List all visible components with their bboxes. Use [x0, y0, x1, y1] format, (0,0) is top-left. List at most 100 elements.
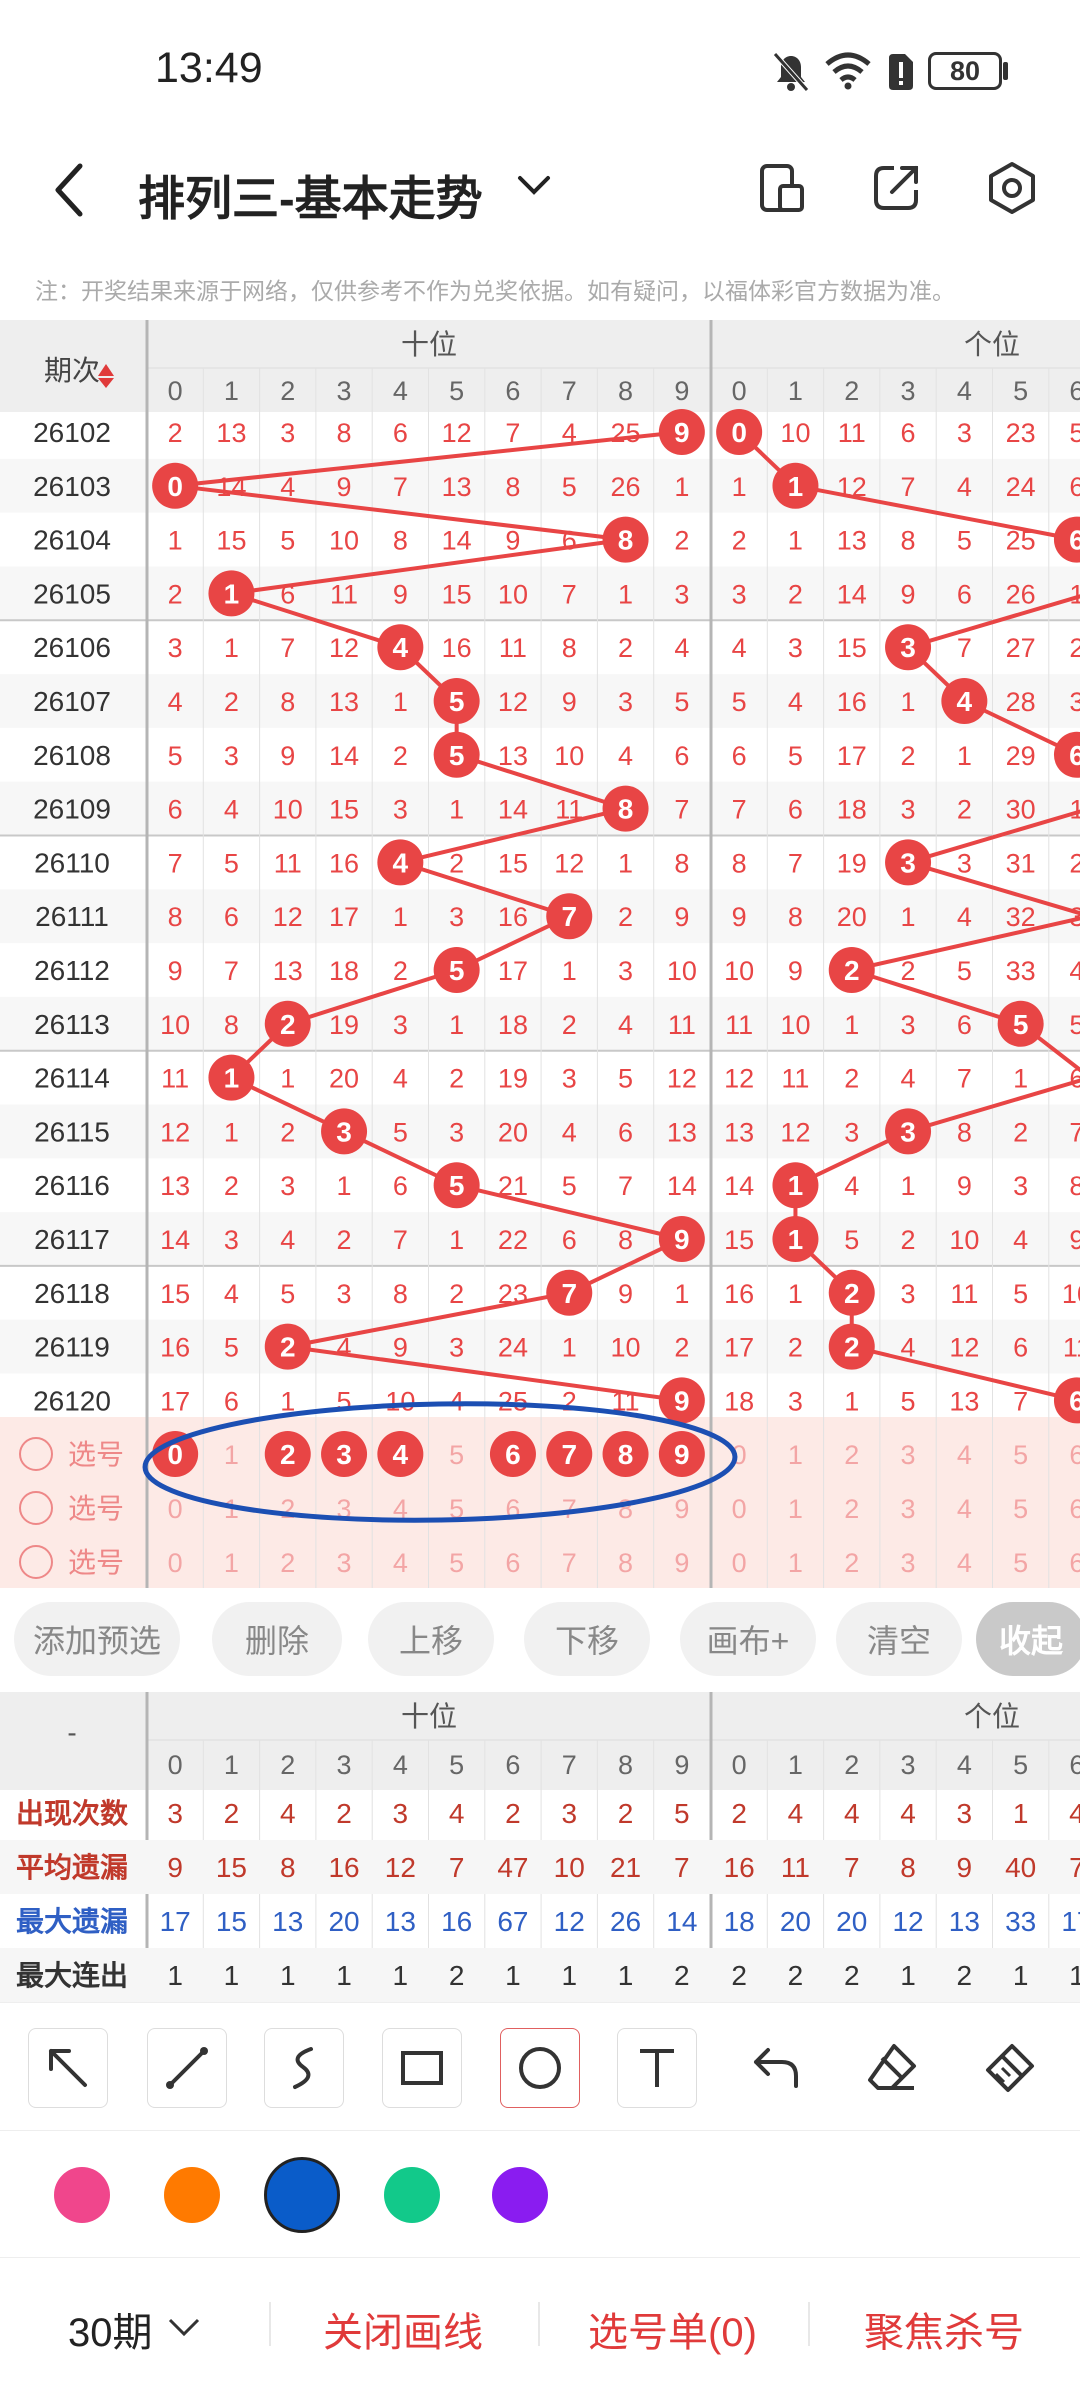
pick-digit[interactable]: 0	[732, 1548, 747, 1578]
circle-tool-button[interactable]	[500, 2028, 580, 2108]
pick-digit[interactable]: 6	[1069, 1494, 1080, 1524]
pick-digit[interactable]: 9	[674, 1494, 689, 1524]
color-swatch[interactable]	[54, 2167, 110, 2223]
miss-count: 5	[280, 1279, 295, 1309]
period-number: 26112	[34, 955, 110, 986]
miss-count: 8	[224, 1010, 239, 1040]
close-draw-button[interactable]: 关闭画线	[323, 2300, 483, 2358]
pick-digit[interactable]: 5	[1013, 1494, 1028, 1524]
miss-count: 3	[393, 795, 408, 825]
action-pill[interactable]: 收起	[976, 1602, 1080, 1676]
pick-digit[interactable]: 2	[280, 1439, 296, 1470]
pick-digit[interactable]: 9	[674, 1439, 690, 1470]
pick-digit[interactable]: 0	[168, 1548, 183, 1578]
pick-digit[interactable]: 2	[280, 1548, 295, 1578]
pick-digit[interactable]: 2	[844, 1548, 859, 1578]
color-swatch[interactable]	[164, 2167, 220, 2223]
undo-icon[interactable]	[748, 2040, 804, 2096]
pick-digit[interactable]: 1	[788, 1548, 803, 1578]
pick-digit[interactable]: 1	[224, 1548, 239, 1578]
color-swatch[interactable]	[384, 2167, 440, 2223]
pick-digit[interactable]: 8	[618, 1548, 633, 1578]
pick-digit[interactable]: 6	[1069, 1548, 1080, 1578]
miss-count: 2	[618, 633, 633, 663]
pick-list-button[interactable]: 选号单(0)	[588, 2300, 757, 2358]
line-tool-button[interactable]	[147, 2028, 227, 2108]
pick-digit[interactable]: 8	[618, 1439, 634, 1470]
rectangle-tool-button[interactable]	[382, 2028, 462, 2108]
eraser-icon[interactable]	[864, 2040, 920, 2096]
miss-count: 9	[393, 579, 408, 609]
action-pill[interactable]: 清空	[836, 1602, 962, 1676]
pick-digit[interactable]: 6	[1069, 1440, 1080, 1470]
pick-digit[interactable]: 3	[901, 1548, 916, 1578]
arrow-tool-button[interactable]	[28, 2028, 108, 2108]
period-header[interactable]: 期次	[44, 355, 100, 386]
share-icon[interactable]	[870, 162, 922, 214]
pick-digit[interactable]: 3	[901, 1494, 916, 1524]
pick-digit[interactable]: 0	[168, 1494, 183, 1524]
color-swatch[interactable]	[264, 2157, 340, 2233]
stats-value: 11	[781, 1852, 810, 1883]
one-column-label: 0	[732, 376, 747, 406]
phone-layout-icon[interactable]	[758, 162, 806, 214]
pick-digit[interactable]: 2	[844, 1494, 859, 1524]
period-select[interactable]: 30期	[68, 2300, 153, 2358]
period-chevron-down-icon[interactable]	[166, 2316, 202, 2340]
action-pill[interactable]: 删除	[212, 1602, 342, 1676]
pick-digit[interactable]: 0	[732, 1494, 747, 1524]
rectangle-icon	[401, 2051, 443, 2085]
text-tool-button[interactable]	[617, 2028, 697, 2108]
pick-digit[interactable]: 5	[449, 1440, 464, 1470]
miss-count: 9	[337, 472, 352, 502]
one-column-label: 1	[788, 376, 803, 406]
miss-count: 1	[844, 1386, 859, 1416]
chevron-down-icon[interactable]	[514, 172, 554, 202]
miss-count: 5	[168, 741, 183, 771]
pick-digit[interactable]: 5	[1013, 1440, 1028, 1470]
pick-digit[interactable]: 1	[224, 1440, 239, 1470]
pick-digit[interactable]: 8	[618, 1494, 633, 1524]
miss-count: 11	[330, 579, 358, 609]
back-chevron-icon[interactable]	[52, 162, 88, 218]
miss-count: 2	[1069, 848, 1080, 878]
pick-digit[interactable]: 4	[393, 1439, 409, 1470]
pick-digit[interactable]: 9	[674, 1548, 689, 1578]
page-title[interactable]: 排列三-基本走势	[138, 160, 483, 229]
pick-label[interactable]: 选号	[68, 1547, 124, 1578]
action-pill[interactable]: 画布+	[680, 1602, 816, 1676]
action-pill[interactable]: 上移	[368, 1602, 494, 1676]
pick-digit[interactable]: 2	[844, 1440, 859, 1470]
pick-digit[interactable]: 3	[336, 1439, 352, 1470]
pick-digit[interactable]: 2	[280, 1494, 295, 1524]
hit-number: 4	[393, 632, 409, 663]
pick-digit[interactable]: 1	[788, 1494, 803, 1524]
curve-tool-button[interactable]	[264, 2028, 344, 2108]
pick-digit[interactable]: 3	[901, 1440, 916, 1470]
pick-digit[interactable]: 3	[337, 1548, 352, 1578]
pick-digit[interactable]: 7	[562, 1548, 577, 1578]
focus-kill-button[interactable]: 聚焦杀号	[864, 2300, 1024, 2358]
pick-digit[interactable]: 6	[505, 1548, 520, 1578]
pick-digit[interactable]: 7	[561, 1439, 577, 1470]
miss-count: 15	[329, 795, 359, 825]
pick-digit[interactable]: 5	[1013, 1548, 1028, 1578]
settings-icon[interactable]	[984, 160, 1040, 216]
pick-digit[interactable]: 1	[788, 1440, 803, 1470]
pick-digit[interactable]: 4	[393, 1548, 408, 1578]
pick-digit[interactable]: 5	[449, 1548, 464, 1578]
action-pill[interactable]: 下移	[524, 1602, 650, 1676]
color-swatch[interactable]	[492, 2167, 548, 2223]
miss-count: 2	[957, 795, 972, 825]
ten-column-label: 9	[674, 376, 689, 406]
pick-digit[interactable]: 7	[562, 1494, 577, 1524]
pick-digit[interactable]: 4	[957, 1494, 972, 1524]
action-pill[interactable]: 添加预选	[14, 1602, 180, 1676]
ten-column-label: 2	[280, 376, 295, 406]
pick-label[interactable]: 选号	[68, 1493, 124, 1524]
pick-label[interactable]: 选号	[68, 1439, 124, 1470]
clear-brush-icon[interactable]	[982, 2040, 1038, 2096]
pick-digit[interactable]: 4	[957, 1548, 972, 1578]
pick-digit[interactable]: 6	[505, 1439, 521, 1470]
pick-digit[interactable]: 4	[957, 1440, 972, 1470]
